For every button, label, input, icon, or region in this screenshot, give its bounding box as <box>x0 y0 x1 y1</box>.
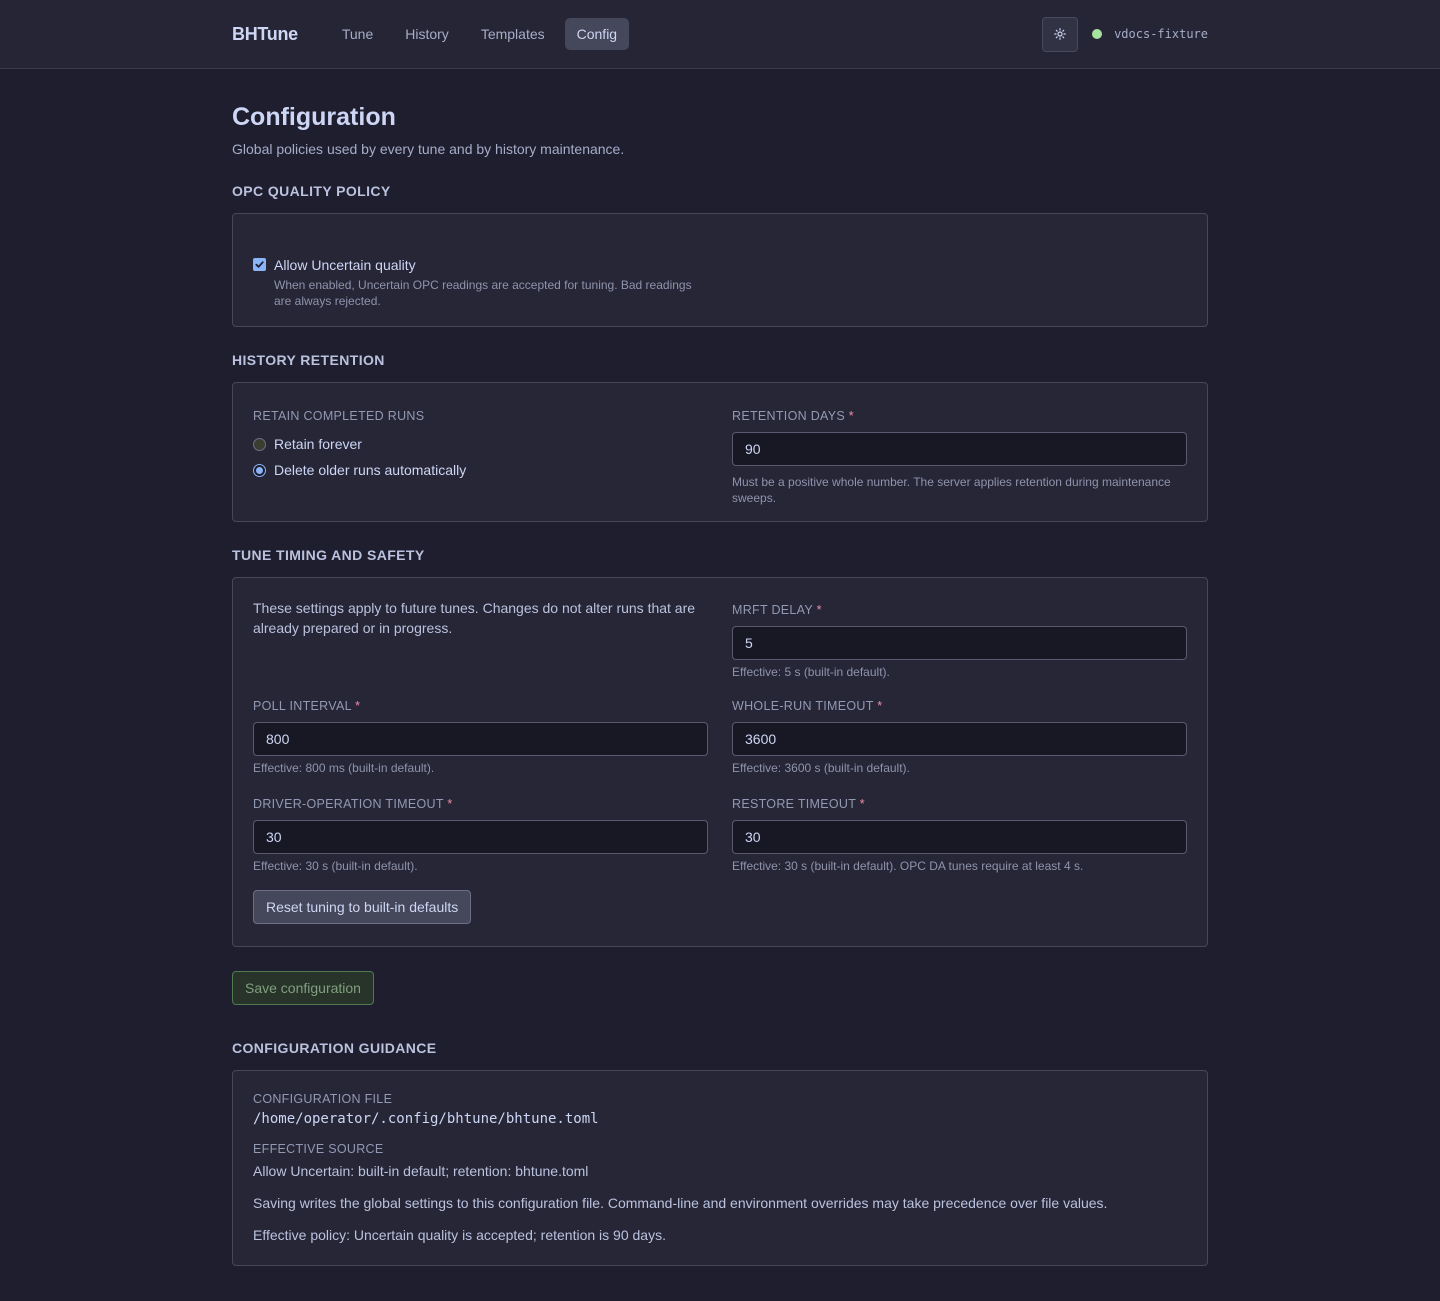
reset-defaults-button[interactable]: Reset tuning to built-in defaults <box>253 890 472 924</box>
mrft-delay-input[interactable] <box>732 626 1187 660</box>
brand-logo[interactable]: BHTune <box>232 24 298 45</box>
retain-forever-radio[interactable] <box>253 437 266 451</box>
delete-older-option[interactable]: Delete older runs automatically <box>253 462 708 478</box>
driver-timeout-input[interactable] <box>253 820 708 854</box>
guidance-card: CONFIGURATION FILE /home/operator/.confi… <box>232 1070 1208 1266</box>
allow-uncertain-label[interactable]: Allow Uncertain quality <box>274 256 704 274</box>
opc-section-title: OPC QUALITY POLICY <box>232 183 391 199</box>
opc-quality-card: Allow Uncertain quality When enabled, Un… <box>232 213 1208 327</box>
main-content: Configuration Global policies used by ev… <box>232 69 1208 1298</box>
mrft-delay-label: MRFT DELAY * <box>732 603 822 617</box>
checkmark-icon <box>255 261 264 268</box>
top-bar: BHTune Tune History Templates Config vdo… <box>0 0 1440 69</box>
retention-days-input[interactable] <box>732 432 1187 466</box>
effective-policy: Effective policy: Uncertain quality is a… <box>253 1227 666 1243</box>
restore-timeout-hint: Effective: 30 s (built-in default). OPC … <box>732 859 1084 873</box>
effective-source-label: EFFECTIVE SOURCE <box>253 1142 384 1156</box>
theme-toggle-button[interactable] <box>1042 16 1079 52</box>
guidance-section-title: CONFIGURATION GUIDANCE <box>232 1040 437 1056</box>
poll-interval-input[interactable] <box>253 722 708 756</box>
whole-run-timeout-input[interactable] <box>732 722 1187 756</box>
retention-section-title: HISTORY RETENTION <box>232 352 385 368</box>
nav-tune[interactable]: Tune <box>330 18 385 50</box>
config-file-label: CONFIGURATION FILE <box>253 1092 393 1106</box>
connection-status: vdocs-fixture <box>1092 27 1208 41</box>
effective-source-value: Allow Uncertain: built-in default; reten… <box>253 1163 589 1179</box>
restore-timeout-input[interactable] <box>732 820 1187 854</box>
config-file-path: /home/operator/.config/bhtune/bhtune.tom… <box>253 1111 599 1127</box>
save-configuration-button[interactable]: Save configuration <box>232 971 374 1005</box>
nav-history[interactable]: History <box>393 18 461 50</box>
server-name: vdocs-fixture <box>1114 27 1208 41</box>
poll-interval-hint: Effective: 800 ms (built-in default). <box>253 761 435 775</box>
whole-run-timeout-hint: Effective: 3600 s (built-in default). <box>732 761 910 775</box>
whole-run-timeout-label: WHOLE-RUN TIMEOUT * <box>732 699 883 713</box>
timing-section-title: TUNE TIMING AND SAFETY <box>232 547 425 563</box>
main-nav: Tune History Templates Config <box>330 18 630 50</box>
retention-days-hint: Must be a positive whole number. The ser… <box>732 475 1171 505</box>
allow-uncertain-checkbox[interactable] <box>253 258 266 271</box>
page-title: Configuration <box>232 103 396 131</box>
retain-runs-label: RETAIN COMPLETED RUNS <box>253 409 425 423</box>
status-dot <box>1092 29 1103 39</box>
nav-templates[interactable]: Templates <box>469 18 557 50</box>
restore-timeout-label: RESTORE TIMEOUT * <box>732 797 865 811</box>
driver-timeout-label: DRIVER-OPERATION TIMEOUT * <box>253 797 453 811</box>
mrft-delay-hint: Effective: 5 s (built-in default). <box>732 665 890 679</box>
poll-interval-label: POLL INTERVAL * <box>253 699 361 713</box>
guidance-note: Saving writes the global settings to thi… <box>253 1195 1108 1211</box>
driver-timeout-hint: Effective: 30 s (built-in default). <box>253 859 418 873</box>
history-retention-card: RETAIN COMPLETED RUNS Retain forever Del… <box>232 382 1208 522</box>
retention-days-label: RETENTION DAYS * <box>732 409 854 423</box>
retain-forever-option[interactable]: Retain forever <box>253 436 708 452</box>
allow-uncertain-hint: When enabled, Uncertain OPC readings are… <box>274 278 692 308</box>
nav-config[interactable]: Config <box>564 18 630 50</box>
page-subtitle: Global policies used by every tune and b… <box>232 141 625 157</box>
tune-timing-card: These settings apply to future tunes. Ch… <box>232 577 1208 947</box>
retain-forever-label: Retain forever <box>274 436 362 452</box>
delete-older-label: Delete older runs automatically <box>274 462 467 478</box>
sun-icon <box>1054 28 1066 40</box>
delete-older-radio[interactable] <box>253 463 266 477</box>
timing-intro: These settings apply to future tunes. Ch… <box>253 600 696 636</box>
